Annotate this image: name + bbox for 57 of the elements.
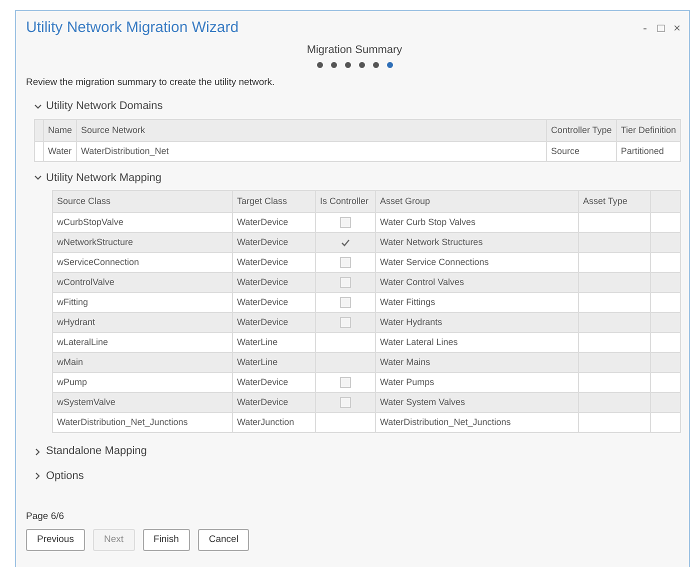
table-cell: wMain (52, 352, 232, 373)
checkbox[interactable] (340, 237, 351, 248)
wizard-button[interactable]: Cancel (198, 528, 250, 551)
chevron-right-icon (34, 472, 42, 480)
wizard-button[interactable]: Finish (142, 528, 190, 551)
page-indicator: Page 6/6 (26, 510, 66, 524)
table-cell: Source (546, 141, 616, 162)
table-cell: WaterDistribution_Net_Junctions (52, 412, 232, 433)
checkbox[interactable] (340, 297, 351, 308)
table-cell: Water Mains (376, 352, 578, 373)
checkbox[interactable] (340, 217, 351, 228)
column-header: Target Class (232, 190, 316, 213)
table-cell: Water (44, 141, 77, 162)
table-cell: wControlValve (52, 272, 232, 293)
wizard-button[interactable]: Previous (26, 528, 85, 551)
column-header: Name (44, 119, 77, 142)
section-header[interactable]: Options (34, 468, 84, 484)
checkbox[interactable] (340, 277, 351, 288)
table-cell: Water Hydrants (376, 312, 578, 333)
minimize-button[interactable]: - (639, 19, 651, 38)
close-button[interactable]: × (671, 19, 683, 38)
page-title: Migration Summary (306, 42, 404, 58)
instruction-text: Review the migration summary to create the utility network. (26, 76, 276, 90)
column-header: Controller Type (546, 119, 616, 142)
section-header[interactable]: Utility Network Mapping (34, 170, 162, 186)
table-cell: Water Control Valves (376, 272, 578, 293)
column-header: Is Controller (316, 190, 376, 213)
table-cell: wNetworkStructure (52, 232, 232, 253)
checkbox[interactable] (340, 257, 351, 268)
window-title: Utility Network Migration Wizard (26, 18, 240, 38)
table-cell: WaterDevice (232, 392, 316, 413)
table-cell: WaterJunction (232, 412, 316, 433)
chevron-down-icon (34, 174, 42, 182)
column-header: Asset Group (376, 190, 578, 213)
column-header: Asset Type (578, 190, 650, 213)
table-cell: WaterLine (232, 352, 316, 373)
section-header[interactable]: Utility Network Domains (34, 98, 163, 115)
table-cell: Partitioned (616, 141, 680, 162)
chevron-right-icon (34, 448, 42, 456)
column-header: Source Network (76, 119, 546, 142)
table-cell: wSystemValve (52, 392, 232, 413)
checkbox[interactable] (340, 377, 351, 388)
column-header: Tier Definition (616, 119, 680, 142)
maximize-button[interactable]: □ (655, 19, 667, 38)
table-cell: Water Network Structures (376, 232, 578, 253)
table-cell: wHydrant (52, 312, 232, 333)
table-cell: WaterDistribution_Net (76, 141, 546, 162)
checkbox[interactable] (340, 397, 351, 408)
column-header: Source Class (52, 190, 232, 213)
checkbox[interactable] (340, 317, 351, 328)
chevron-down-icon (34, 102, 42, 110)
table-cell: WaterDevice (232, 272, 316, 293)
table-cell: Water System Valves (376, 392, 578, 413)
table-cell: WaterDistribution_Net_Junctions (376, 412, 578, 433)
table-cell: WaterDevice (232, 312, 316, 333)
section-header[interactable]: Standalone Mapping (34, 443, 147, 460)
table-cell: WaterDevice (232, 232, 316, 253)
